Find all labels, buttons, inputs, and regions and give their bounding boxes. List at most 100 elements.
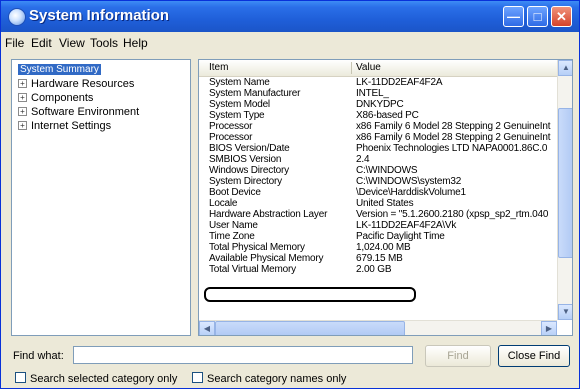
window-title: System Information: [29, 7, 170, 24]
menu-bar: File Edit View Tools Help: [1, 33, 579, 53]
table-row[interactable]: Available Physical Memory 679.15 MB: [199, 253, 557, 264]
cell-value: 1,024.00 MB: [356, 242, 411, 253]
cell-value: LK-11DD2EAF4F2A: [356, 77, 443, 88]
cell-item: User Name: [209, 220, 258, 231]
find-button[interactable]: Find: [425, 345, 491, 367]
table-row[interactable]: Hardware Abstraction Layer Version = "5.1…: [199, 209, 557, 220]
column-header-value[interactable]: Value: [356, 62, 381, 73]
cell-item: Boot Device: [209, 187, 261, 198]
maximize-button[interactable]: □: [527, 6, 548, 27]
tree-item-label: Components: [31, 92, 94, 104]
vertical-scroll-thumb[interactable]: [558, 108, 572, 258]
cell-item: Hardware Abstraction Layer: [209, 209, 328, 220]
table-row[interactable]: Total Physical Memory 1,024.00 MB: [199, 242, 557, 253]
scroll-up-icon[interactable]: ▲: [558, 60, 572, 76]
minimize-button[interactable]: —: [503, 6, 524, 27]
cell-value: 2.4: [356, 154, 370, 165]
close-find-button[interactable]: Close Find: [498, 345, 570, 367]
cell-item: Total Physical Memory: [209, 242, 305, 253]
find-what-input[interactable]: [73, 346, 413, 364]
cell-value: 679.15 MB: [356, 253, 403, 264]
cell-value: DNKYDPC: [356, 99, 404, 110]
expand-icon[interactable]: +: [18, 107, 27, 116]
cell-item: Processor: [209, 121, 253, 132]
table-row[interactable]: BIOS Version/Date Phoenix Technologies LT…: [199, 143, 557, 154]
table-row[interactable]: Time Zone Pacific Daylight Time: [199, 231, 557, 242]
scroll-down-icon[interactable]: ▼: [558, 304, 572, 320]
table-row[interactable]: User Name LK-11DD2EAF4F2A\Vk: [199, 220, 557, 231]
cell-item: Locale: [209, 198, 238, 209]
title-bar[interactable]: System Information — □ ✕: [1, 1, 579, 32]
highlight-outline: [204, 287, 416, 302]
menu-tools[interactable]: Tools: [90, 36, 118, 50]
menu-file[interactable]: File: [5, 36, 24, 50]
cell-value: United States: [356, 198, 414, 209]
expand-icon[interactable]: +: [18, 93, 27, 102]
table-row[interactable]: Windows Directory C:\WINDOWS: [199, 165, 557, 176]
checkbox-label: Search category names only: [207, 373, 347, 385]
find-what-label: Find what:: [13, 350, 64, 362]
tree-item-label: Software Environment: [31, 106, 140, 118]
cell-item: Time Zone: [209, 231, 255, 242]
details-list: Item Value System Name LK-11DD2EAF4F2A Sy…: [198, 59, 573, 336]
checkbox-icon[interactable]: [192, 372, 203, 383]
tree-item-system-summary[interactable]: System Summary: [18, 64, 101, 75]
expand-icon[interactable]: +: [18, 79, 27, 88]
table-row[interactable]: System Model DNKYDPC: [199, 99, 557, 110]
table-row[interactable]: System Directory C:\WINDOWS\system32: [199, 176, 557, 187]
expand-icon[interactable]: +: [18, 121, 27, 130]
search-category-names-checkbox[interactable]: Search category names only: [192, 372, 346, 385]
table-row[interactable]: Processor x86 Family 6 Model 28 Stepping …: [199, 132, 557, 143]
cell-value: C:\WINDOWS: [356, 165, 418, 176]
scroll-right-icon[interactable]: ▶: [541, 321, 557, 335]
menu-edit[interactable]: Edit: [31, 36, 52, 50]
tree-item-label: Internet Settings: [31, 120, 112, 132]
table-row[interactable]: Boot Device \Device\HarddiskVolume1: [199, 187, 557, 198]
cell-value: Phoenix Technologies LTD NAPA0001.86C.0: [356, 143, 548, 154]
tree-item-internet-settings[interactable]: + Internet Settings: [18, 120, 111, 132]
cell-value: C:\WINDOWS\system32: [356, 176, 462, 187]
search-selected-category-checkbox[interactable]: Search selected category only: [15, 372, 177, 385]
table-row[interactable]: System Manufacturer INTEL_: [199, 88, 557, 99]
cell-value: x86 Family 6 Model 28 Stepping 2 Genuine…: [356, 132, 551, 143]
tree-item-hardware-resources[interactable]: + Hardware Resources: [18, 78, 134, 90]
table-row[interactable]: Processor x86 Family 6 Model 28 Stepping …: [199, 121, 557, 132]
system-info-icon: [8, 8, 26, 26]
tree-item-software-environment[interactable]: + Software Environment: [18, 106, 139, 118]
cell-item: System Model: [209, 99, 270, 110]
cell-item: System Directory: [209, 176, 282, 187]
cell-value: X86-based PC: [356, 110, 419, 121]
checkbox-icon[interactable]: [15, 372, 26, 383]
menu-help[interactable]: Help: [123, 36, 148, 50]
table-row[interactable]: System Name LK-11DD2EAF4F2A: [199, 77, 557, 88]
close-window-button[interactable]: ✕: [551, 6, 572, 27]
cell-item: Available Physical Memory: [209, 253, 324, 264]
cell-value: LK-11DD2EAF4F2A\Vk: [356, 220, 457, 231]
cell-value: Version = "5.1.2600.2180 (xpsp_sp2_rtm.0…: [356, 209, 549, 220]
table-row[interactable]: SMBIOS Version 2.4: [199, 154, 557, 165]
cell-item: System Manufacturer: [209, 88, 301, 99]
cell-item: Total Virtual Memory: [209, 264, 296, 275]
cell-item: BIOS Version/Date: [209, 143, 290, 154]
category-tree: System Summary + Hardware Resources + Comp…: [11, 59, 191, 336]
menu-view[interactable]: View: [59, 36, 85, 50]
cell-value: 2.00 GB: [356, 264, 392, 275]
cell-item: Windows Directory: [209, 165, 289, 176]
system-information-window: System Information — □ ✕ File Edit View …: [0, 0, 580, 389]
horizontal-scroll-thumb[interactable]: [215, 321, 405, 335]
scroll-left-icon[interactable]: ◀: [199, 321, 215, 335]
table-row[interactable]: Locale United States: [199, 198, 557, 209]
column-divider[interactable]: [351, 62, 352, 74]
cell-value: Pacific Daylight Time: [356, 231, 445, 242]
tree-item-components[interactable]: + Components: [18, 92, 93, 104]
vertical-scrollbar[interactable]: ▲ ▼: [557, 60, 572, 320]
column-header-item[interactable]: Item: [209, 62, 228, 73]
tree-item-label: Hardware Resources: [31, 78, 135, 90]
cell-value: INTEL_: [356, 88, 389, 99]
cell-item: System Type: [209, 110, 265, 121]
table-row[interactable]: System Type X86-based PC: [199, 110, 557, 121]
horizontal-scrollbar[interactable]: ◀ ▶: [199, 320, 557, 335]
table-row[interactable]: Total Virtual Memory 2.00 GB: [199, 264, 557, 275]
cell-value: \Device\HarddiskVolume1: [356, 187, 466, 198]
cell-item: Processor: [209, 132, 253, 143]
